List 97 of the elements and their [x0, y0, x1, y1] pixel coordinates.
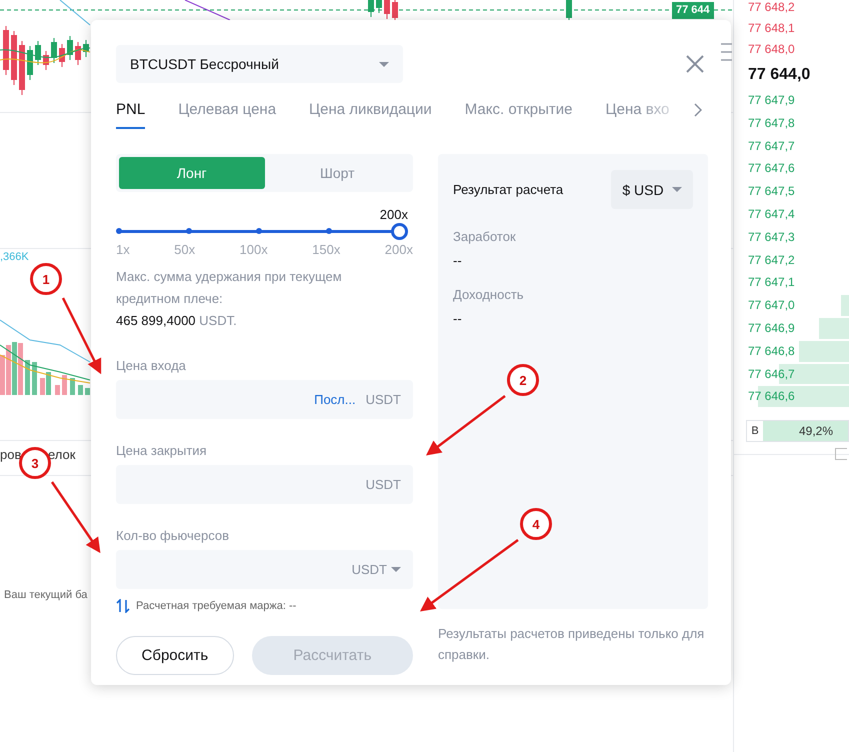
depth-bar: [799, 340, 849, 362]
volume-bar: [85, 388, 90, 395]
caret-icon: [672, 187, 682, 192]
input-field[interactable]: Посл... USDT: [116, 380, 413, 419]
volume-bar: [25, 360, 30, 395]
bid-price: 77 647,9: [748, 93, 795, 107]
result-title: Результат расчета: [453, 182, 564, 197]
margin-estimate: Расчетная требуемая маржа: --: [136, 600, 296, 612]
volume-bar: [55, 385, 60, 395]
result-label: Доходность: [453, 287, 525, 302]
tab[interactable]: Цена вхо: [606, 97, 670, 129]
volume-bar: [70, 378, 75, 395]
leverage-value: 200x: [380, 207, 408, 222]
bid-price: 77 647,1: [748, 275, 795, 290]
caret-icon[interactable]: [391, 567, 401, 572]
input-field[interactable]: USDT: [116, 465, 413, 504]
disclaimer-text: Результаты расчетов приведены только для справки.: [438, 625, 706, 664]
candle: [11, 30, 17, 86]
tab-label[interactable]: ров: [0, 447, 22, 462]
buy-ratio-bar: 49,2%: [763, 421, 848, 442]
last-price: 77 644,0: [748, 65, 812, 85]
direction-option[interactable]: Лонг: [119, 157, 264, 189]
candle: [368, 0, 374, 18]
bid-price: 77 646,7: [748, 366, 795, 381]
bid-price: 77 646,8: [748, 344, 795, 358]
checkbox[interactable]: [835, 448, 847, 460]
bid-price: 77 646,6: [748, 389, 795, 404]
hold-description: Макс. сумма удержания при текущем кредитном плече:: [116, 268, 343, 308]
ask-price: 77 648,2: [748, 0, 796, 16]
unit-label: USDT: [366, 392, 401, 407]
caret-icon: [379, 62, 389, 66]
tick-label: 1x: [116, 242, 130, 257]
last-price-link[interactable]: Посл...: [314, 392, 356, 407]
ask-price: 77 648,1: [748, 20, 796, 37]
result-label: Заработок: [453, 229, 517, 244]
currency-dropdown[interactable]: $ USD: [611, 170, 693, 209]
unit-label: USDT: [366, 477, 401, 492]
trend-line: [184, 0, 230, 20]
bid-price: 77 647,5: [748, 184, 795, 198]
volume-bar: [78, 385, 83, 395]
tick-label: 100x: [240, 242, 268, 257]
depth-bar: [841, 295, 849, 316]
candle: [19, 40, 25, 96]
tab-label[interactable]: елок: [48, 447, 76, 462]
tick-label: 150x: [312, 242, 340, 257]
bid-price: 77 647,4: [748, 206, 795, 221]
ask-price: 77 648,0: [748, 41, 796, 58]
hold-unit: USDT.: [199, 313, 237, 328]
candle: [384, 0, 390, 20]
candle: [43, 50, 49, 70]
candle: [59, 44, 65, 68]
balance-text: Ваш текущий ба: [4, 589, 88, 601]
bid-price: 77 647,7: [748, 138, 795, 153]
direction-option[interactable]: Шорт: [264, 157, 410, 189]
tab[interactable]: Макс. открытие: [464, 97, 572, 129]
candle: [35, 40, 41, 66]
trend-line: [60, 0, 90, 26]
side-label: B: [750, 425, 760, 438]
bid-price: 77 646,9: [748, 320, 795, 335]
unit-label: USDT: [352, 562, 387, 577]
volume-label: ,366K: [0, 251, 29, 263]
bid-price: 77 647,0: [748, 298, 795, 312]
slider-thumb[interactable]: [391, 223, 408, 240]
tab[interactable]: PNL: [116, 97, 146, 129]
candle: [3, 26, 9, 76]
tab[interactable]: Целевая цена: [178, 97, 276, 129]
bid-price: 77 647,2: [748, 252, 795, 267]
bid-price: 77 647,6: [748, 161, 795, 176]
candle: [51, 38, 57, 64]
chevron-right-icon[interactable]: [694, 103, 702, 117]
candle: [83, 40, 89, 58]
field-label: Цена входа: [116, 358, 187, 373]
candle: [75, 42, 81, 66]
depth-bar: [819, 318, 849, 339]
price-label: 77 644: [672, 2, 714, 19]
annotation-marker: 1: [30, 263, 62, 295]
candle: [376, 0, 382, 14]
input-field[interactable]: USDT: [116, 550, 413, 589]
bid-price: 77 647,8: [748, 116, 795, 130]
bid-price: 77 647,3: [748, 230, 795, 244]
tick-label: 200x: [384, 242, 413, 257]
result-value: --: [453, 253, 463, 268]
candle: [67, 36, 73, 60]
hold-amount: 465 899,4000: [116, 313, 196, 328]
tick-label: 50x: [174, 242, 196, 257]
tab[interactable]: Цена ликвидации: [309, 97, 432, 129]
menu-icon[interactable]: [721, 43, 732, 61]
volume-bar: [32, 362, 37, 395]
volume-bar: [62, 375, 67, 395]
result-value: --: [453, 311, 463, 326]
field-label: Цена закрытия: [116, 443, 208, 458]
field-label: Кол-во фьючерсов: [116, 528, 230, 543]
close-icon[interactable]: [685, 54, 705, 74]
candle: [27, 46, 33, 80]
swap-icon[interactable]: [116, 599, 130, 613]
symbol-dropdown[interactable]: BTCUSDT Бессрочный: [116, 45, 403, 83]
reset-button[interactable]: Сбросить: [116, 636, 234, 675]
